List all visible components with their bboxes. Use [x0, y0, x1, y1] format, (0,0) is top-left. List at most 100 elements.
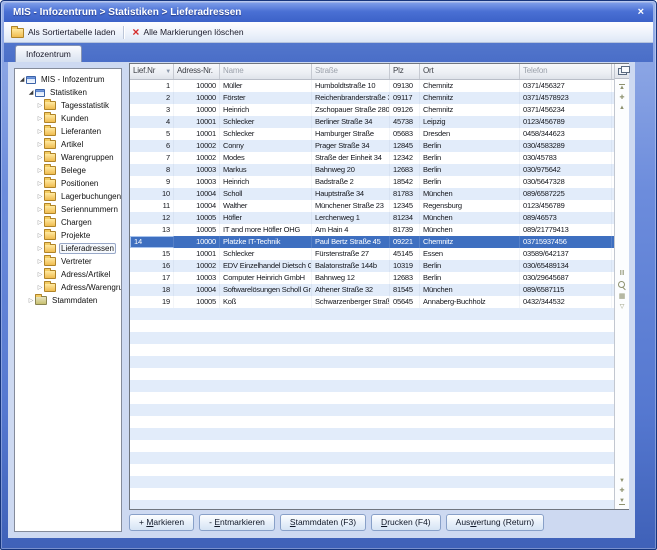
close-icon[interactable]: × — [638, 7, 644, 18]
tree-item-vertreter[interactable]: ▷Vertreter — [15, 255, 121, 268]
column-header-stra-e[interactable]: Straße — [312, 64, 390, 79]
tree-item-artikel[interactable]: ▷Artikel — [15, 138, 121, 151]
expand-arrow-icon[interactable]: ▷ — [36, 284, 44, 292]
column-header-plz[interactable]: Plz — [390, 64, 420, 79]
tree-item-kunden[interactable]: ▷Kunden — [15, 112, 121, 125]
auswertung-button[interactable]: Auswertung (Return) — [446, 514, 544, 531]
table-row[interactable]: 1510001SchleckerFürstenstraße 2745145Ess… — [130, 248, 614, 260]
cell-name: EDV Einzelhandel Dietsch Gmb — [220, 260, 312, 272]
tree-item-seriennummern[interactable]: ▷Seriennummern — [15, 203, 121, 216]
tree-item-tagesstatistik[interactable]: ▷Tagesstatistik — [15, 99, 121, 112]
sort-desc-icon: ▼ — [165, 65, 171, 79]
scroll-bottom-icon[interactable]: ▼ — [619, 498, 625, 505]
table-row[interactable]: 510001SchleckerHamburger Straße05683Dres… — [130, 128, 614, 140]
cell-plz: 12683 — [390, 164, 420, 176]
columns-icon[interactable]: Ⅲ — [620, 270, 625, 277]
scroll-top-icon[interactable]: ▲ — [619, 84, 625, 91]
tree-item-mis-infozentrum[interactable]: ◢MIS - Infozentrum — [15, 73, 121, 86]
tree-item-projekte[interactable]: ▷Projekte — [15, 229, 121, 242]
table-row[interactable]: 410001SchleckerBerliner Straße 3445738Le… — [130, 116, 614, 128]
tree-item-positionen[interactable]: ▷Positionen — [15, 177, 121, 190]
tree-item-label: Belege — [59, 165, 88, 176]
expand-arrow-icon[interactable]: ▷ — [36, 102, 44, 110]
drucken-button[interactable]: Drucken (F4) — [371, 514, 441, 531]
cell-plz: 05645 — [390, 296, 420, 308]
column-chooser-icon[interactable] — [618, 68, 627, 75]
expand-arrow-icon[interactable]: ▷ — [36, 180, 44, 188]
table-row[interactable]: 1810004Softwarelösungen Scholl GmbAthene… — [130, 284, 614, 296]
expand-arrow-icon[interactable]: ▷ — [36, 115, 44, 123]
clear-marks-button[interactable]: × Alle Markierungen löschen — [125, 22, 250, 42]
table-row[interactable]: 1210005HöflerLerchenweg 181234München089… — [130, 212, 614, 224]
expand-arrow-icon[interactable]: ▷ — [36, 128, 44, 136]
row-down-icon[interactable]: ▼ — [619, 478, 625, 484]
collapse-arrow-icon[interactable]: ◢ — [27, 89, 35, 97]
tree-panel: ◢MIS - Infozentrum◢Statistiken▷Tagesstat… — [14, 68, 122, 532]
cell-stra-e: Münchener Straße 23 — [312, 200, 390, 212]
cell-name: Höfler — [220, 212, 312, 224]
grid-mode-icon[interactable]: ▦ — [619, 293, 626, 300]
tree-item-label: Lieferadressen — [59, 243, 116, 254]
tree-item-adress-warengruppen[interactable]: ▷Adress/Warengruppen — [15, 281, 121, 294]
expand-arrow-icon[interactable]: ▷ — [27, 297, 35, 305]
expand-arrow-icon[interactable]: ▷ — [36, 141, 44, 149]
tree-item-lieferanten[interactable]: ▷Lieferanten — [15, 125, 121, 138]
tree-item-chargen[interactable]: ▷Chargen — [15, 216, 121, 229]
folder-icon — [44, 114, 56, 123]
expand-arrow-icon[interactable]: ▷ — [36, 154, 44, 162]
table-row[interactable]: 1910005KoßSchwarzenberger Straße05645Ann… — [130, 296, 614, 308]
cell-name: Schlecker — [220, 128, 312, 140]
table-row[interactable]: 210000FörsterReichenbranderstraße 309117… — [130, 92, 614, 104]
table-row[interactable]: 1110004WaltherMünchener Straße 2312345Re… — [130, 200, 614, 212]
table-row[interactable]: 910003HeinrichBadstraße 218542Berlin030/… — [130, 176, 614, 188]
table-row[interactable]: 810003MarkusBahnweg 2012683Berlin030/975… — [130, 164, 614, 176]
button-label-pre: Aus — [456, 517, 471, 527]
clear-x-icon: × — [132, 27, 139, 37]
table-row[interactable]: 1310005IT and more Höfler OHGAm Hain 481… — [130, 224, 614, 236]
collapse-arrow-icon[interactable]: ◢ — [18, 76, 26, 84]
expand-arrow-icon[interactable]: ▷ — [36, 271, 44, 279]
tab-infozentrum[interactable]: Infozentrum — [15, 45, 82, 62]
jump-up-icon[interactable]: ✚ — [619, 95, 624, 101]
column-header-telefon[interactable]: Telefon — [520, 64, 612, 79]
load-sort-table-button[interactable]: Als Sortiertabelle laden — [4, 22, 122, 42]
table-row[interactable]: 710002ModesStraße der Einheit 3412342Ber… — [130, 152, 614, 164]
cell-telefon: 0123/456789 — [520, 116, 612, 128]
table-row[interactable]: 310000HeinrichZschopauer Straße 28009126… — [130, 104, 614, 116]
expand-arrow-icon[interactable]: ▷ — [36, 206, 44, 214]
column-header-adress-nr[interactable]: Adress-Nr. — [174, 64, 220, 79]
search-icon[interactable] — [618, 281, 626, 289]
table-row[interactable]: 1710003Computer Heinrich GmbHBahnweg 121… — [130, 272, 614, 284]
table-row[interactable]: 1410000Platzke IT-TechnikPaul Bertz Stra… — [130, 236, 614, 248]
column-header-ort[interactable]: Ort — [420, 64, 520, 79]
cell-ort: München — [420, 188, 520, 200]
stammdaten-button[interactable]: Stammdaten (F3) — [280, 514, 366, 531]
jump-down-icon[interactable]: ✚ — [619, 488, 624, 494]
table-row[interactable]: 1610002EDV Einzelhandel Dietsch GmbBalat… — [130, 260, 614, 272]
tree-item-belege[interactable]: ▷ Belege — [15, 164, 121, 177]
expand-arrow-icon[interactable]: ▷ — [36, 232, 44, 240]
filter-icon[interactable]: ▽ — [620, 304, 625, 310]
expand-arrow-icon[interactable]: ▷ — [36, 245, 44, 253]
expand-arrow-icon[interactable]: ▷ — [36, 258, 44, 266]
table-row[interactable]: 1010004SchollHauptstraße 3481783München0… — [130, 188, 614, 200]
column-header-lief-nr[interactable]: Lief.Nr▼ — [130, 64, 174, 79]
expand-arrow-icon[interactable]: ▷ — [36, 167, 44, 175]
cell-adress-nr: 10001 — [174, 128, 220, 140]
column-header-name[interactable]: Name — [220, 64, 312, 79]
window-title: MIS - Infozentrum > Statistiken > Liefer… — [13, 7, 241, 18]
tree-item-warengruppen[interactable]: ▷Warengruppen — [15, 151, 121, 164]
expand-arrow-icon[interactable]: ▷ — [36, 219, 44, 227]
expand-arrow-icon[interactable]: ▷ — [36, 193, 44, 201]
tree-item-statistiken[interactable]: ◢Statistiken — [15, 86, 121, 99]
markieren-button[interactable]: + Markieren — [129, 514, 194, 531]
entmarkieren-button[interactable]: - Entmarkieren — [199, 514, 275, 531]
folder-icon — [44, 205, 56, 214]
table-row[interactable]: 110000MüllerHumboldtstraße 1009130Chemni… — [130, 80, 614, 92]
tree-item-lagerbuchungen[interactable]: ▷Lagerbuchungen — [15, 190, 121, 203]
tree-item-stammdaten[interactable]: ▷Stammdaten — [15, 294, 121, 307]
table-row[interactable]: 610002ConnyPrager Straße 3412845Berlin03… — [130, 140, 614, 152]
tree-item-lieferadressen[interactable]: ▷ Lieferadressen — [15, 242, 121, 255]
tree-item-adress-artikel[interactable]: ▷Adress/Artikel — [15, 268, 121, 281]
row-up-icon[interactable]: ▲ — [619, 105, 625, 111]
